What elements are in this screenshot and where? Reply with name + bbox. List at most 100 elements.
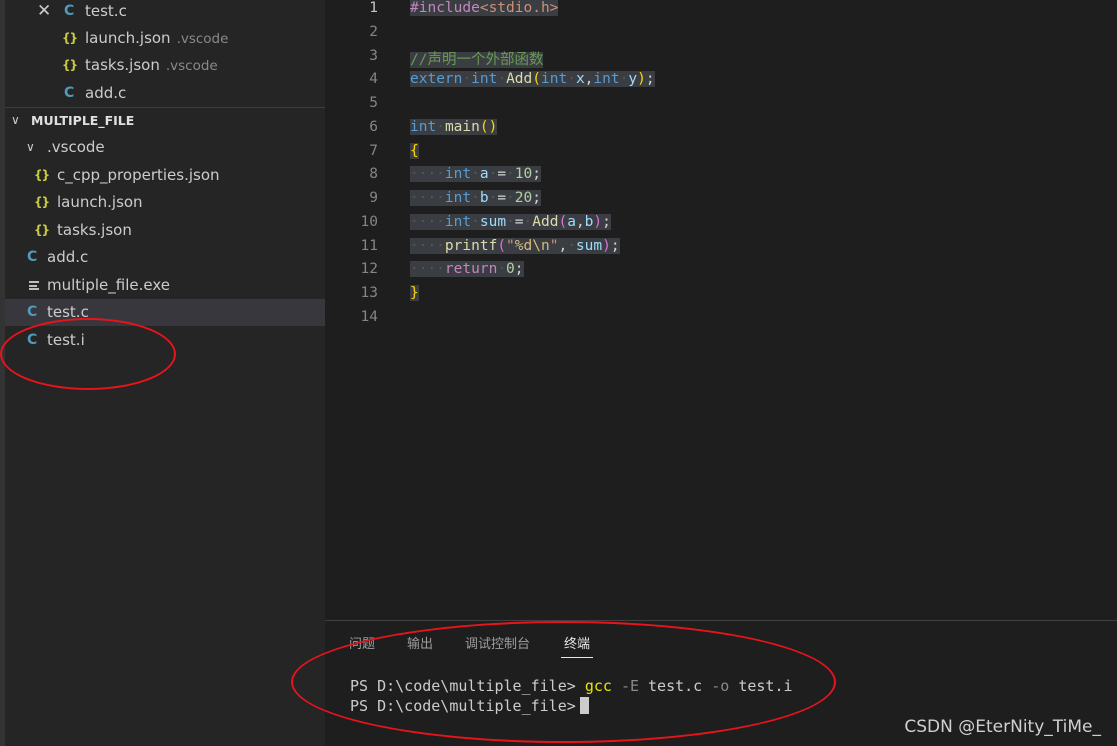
- tree-item-label: tasks.json: [57, 221, 132, 239]
- function-token: main: [444, 119, 480, 135]
- line-number: 7: [369, 143, 378, 159]
- variable-token: x: [575, 71, 585, 87]
- header-token: <stdio.h>: [479, 0, 559, 16]
- keyword-token: int: [444, 190, 472, 206]
- code-line: ····return·0;: [410, 261, 524, 277]
- bracket-token: (: [532, 71, 541, 87]
- escape-token: \n: [532, 238, 550, 254]
- line-number: 9: [369, 190, 378, 206]
- code-line: //声明一个外部函数: [410, 48, 544, 69]
- punct-token: ;: [610, 238, 620, 254]
- keyword-token: int: [410, 119, 437, 135]
- tree-item[interactable]: multiple_file.exe: [5, 272, 325, 299]
- code-line: #include<stdio.h>: [410, 0, 559, 16]
- punct-token: ;: [514, 261, 524, 277]
- code-line: ····int·sum·=·Add(a,b);: [410, 214, 611, 230]
- comment-token: //声明一个外部函数: [410, 52, 544, 68]
- number-token: 20: [514, 190, 533, 206]
- open-editor-add-c[interactable]: C add.c: [5, 80, 325, 107]
- chevron-down-icon: ∨: [26, 140, 35, 154]
- chevron-down-icon: ∨: [11, 113, 20, 127]
- tree-item-label: add.c: [47, 248, 89, 266]
- tree-item-label: launch.json: [57, 193, 143, 211]
- code-line: }: [410, 285, 419, 301]
- annotation-circle: [291, 621, 836, 743]
- variable-token: a: [567, 214, 576, 230]
- tree-item[interactable]: {} launch.json: [5, 189, 325, 216]
- tree-folder-vscode[interactable]: ∨ .vscode: [5, 134, 325, 161]
- function-token: printf: [444, 238, 498, 254]
- line-number: 12: [360, 261, 378, 277]
- open-editor-label: tasks.json: [85, 56, 160, 74]
- variable-token: sum: [479, 214, 507, 230]
- keyword-token: int: [541, 71, 568, 87]
- number-token: 10: [514, 166, 533, 182]
- line-number: 14: [360, 309, 378, 325]
- line-number: 6: [369, 119, 378, 135]
- code-line: int·main(): [410, 119, 498, 135]
- keyword-token: int: [593, 71, 620, 87]
- json-file-icon: {}: [34, 223, 50, 237]
- string-token: ": [506, 238, 515, 254]
- open-editor-label: test.c: [85, 2, 127, 20]
- c-file-icon: C: [64, 85, 75, 101]
- code-line: ····int·a·=·10;: [410, 166, 541, 182]
- punct-token: ;: [532, 190, 541, 206]
- json-file-icon: {}: [34, 195, 50, 209]
- line-number: 8: [369, 166, 378, 182]
- bracket-token: ): [488, 119, 498, 135]
- punct-token: ,: [575, 214, 585, 230]
- folder-hint: .vscode: [165, 58, 218, 74]
- tree-item[interactable]: {} c_cpp_properties.json: [5, 162, 325, 189]
- format-token: %d: [514, 238, 533, 254]
- keyword-token: extern: [410, 71, 463, 87]
- bracket-token: {: [410, 143, 419, 159]
- json-file-icon: {}: [34, 168, 50, 182]
- open-editor-launch-json[interactable]: {} launch.json .vscode: [5, 25, 325, 52]
- line-number: 3: [369, 48, 378, 64]
- c-file-icon: C: [27, 304, 38, 320]
- code-line: extern·int·Add(int·x,int·y);: [410, 71, 655, 87]
- punct-token: ;: [602, 214, 611, 230]
- tree-item[interactable]: C add.c: [5, 244, 325, 271]
- open-editor-label: add.c: [85, 84, 127, 102]
- punct-token: ,: [558, 238, 568, 254]
- open-editor-tasks-json[interactable]: {} tasks.json .vscode: [5, 52, 325, 79]
- code-editor[interactable]: 1 2 3 4 5 6 7 8 9 10 11 12 13 14 #includ…: [325, 0, 1117, 620]
- json-file-icon: {}: [62, 31, 78, 45]
- folder-hint: .vscode: [176, 31, 229, 47]
- binary-file-icon: [29, 281, 39, 290]
- keyword-token: int: [471, 71, 498, 87]
- c-file-icon: C: [27, 249, 38, 265]
- line-number: 2: [369, 24, 378, 40]
- line-number: 5: [369, 95, 378, 111]
- preprocessor-token: #include: [410, 0, 480, 16]
- keyword-token: int: [444, 214, 472, 230]
- bracket-token: (: [479, 119, 489, 135]
- close-icon[interactable]: ✕: [37, 0, 51, 25]
- open-editor-label: launch.json: [85, 29, 171, 47]
- bracket-token: ): [602, 238, 611, 254]
- bracket-token: (: [558, 214, 568, 230]
- tree-item[interactable]: {} tasks.json: [5, 217, 325, 244]
- code-line: ····int·b·=·20;: [410, 190, 541, 206]
- number-token: 0: [506, 261, 515, 277]
- bracket-token: ): [593, 214, 603, 230]
- variable-token: y: [628, 71, 638, 87]
- folder-title: MULTIPLE_FILE: [31, 113, 135, 128]
- json-file-icon: {}: [62, 58, 78, 72]
- tree-item-label: multiple_file.exe: [47, 276, 170, 294]
- line-number: 4: [369, 71, 378, 87]
- open-editor-test-c[interactable]: ✕ C test.c: [5, 0, 325, 25]
- operator-token: =: [514, 214, 524, 230]
- annotation-circle: [0, 318, 176, 390]
- variable-token: a: [479, 166, 489, 182]
- watermark: CSDN @EterNity_TiMe_: [904, 717, 1101, 737]
- code-line: {: [410, 143, 419, 159]
- tree-item-label: c_cpp_properties.json: [57, 166, 220, 184]
- keyword-token: return: [444, 261, 498, 277]
- c-file-icon: C: [64, 3, 75, 19]
- line-number: 1: [369, 0, 378, 16]
- variable-token: sum: [575, 238, 603, 254]
- folder-header[interactable]: ∨ MULTIPLE_FILE: [5, 107, 325, 134]
